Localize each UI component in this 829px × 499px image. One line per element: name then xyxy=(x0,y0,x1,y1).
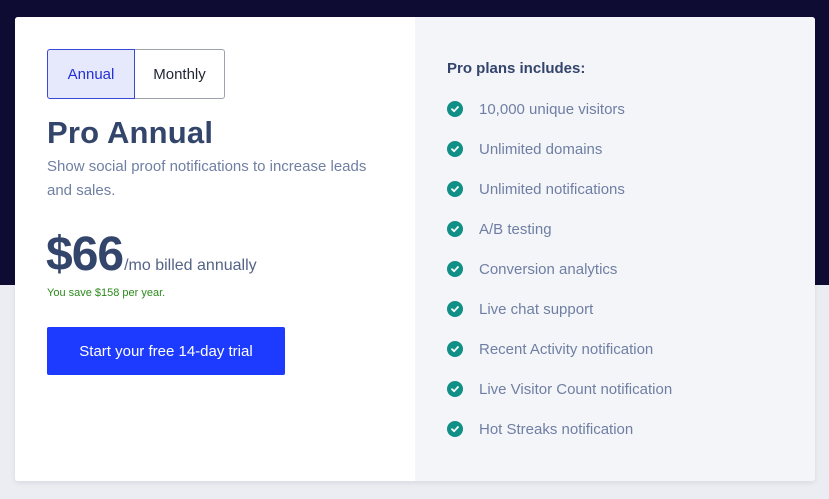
monthly-toggle-button[interactable]: Monthly xyxy=(135,49,225,99)
plan-title: Pro Annual xyxy=(47,115,214,150)
feature-list: 10,000 unique visitors Unlimited domains U… xyxy=(447,89,672,449)
billing-period-toggle: Annual Monthly xyxy=(47,49,225,99)
feature-label: 10,000 unique visitors xyxy=(479,100,625,118)
feature-item: Unlimited domains xyxy=(447,129,672,169)
check-circle-icon xyxy=(447,301,463,317)
check-circle-icon xyxy=(447,341,463,357)
feature-label: Unlimited domains xyxy=(479,140,603,158)
check-circle-icon xyxy=(447,141,463,157)
check-circle-icon xyxy=(447,221,463,237)
feature-item: Live chat support xyxy=(447,289,672,329)
feature-item: Conversion analytics xyxy=(447,249,672,289)
feature-item: 10,000 unique visitors xyxy=(447,89,672,129)
features-heading: Pro plans includes: xyxy=(447,60,586,77)
check-circle-icon xyxy=(447,261,463,277)
feature-label: Recent Activity notification xyxy=(479,340,654,358)
price-row: $66 /mo billed annually xyxy=(46,227,257,282)
plan-features-pane: Pro plans includes: 10,000 unique visito… xyxy=(415,17,815,481)
feature-item: Hot Streaks notification xyxy=(447,409,672,449)
feature-label: Live Visitor Count notification xyxy=(479,380,673,398)
check-circle-icon xyxy=(447,181,463,197)
feature-label: Conversion analytics xyxy=(479,260,618,278)
start-trial-button[interactable]: Start your free 14-day trial xyxy=(47,327,285,375)
savings-note: You save $158 per year. xyxy=(47,287,166,299)
feature-label: Live chat support xyxy=(479,300,594,318)
feature-item: Recent Activity notification xyxy=(447,329,672,369)
pricing-card: Annual Monthly Pro Annual Show social pr… xyxy=(15,17,815,481)
plan-summary-pane: Annual Monthly Pro Annual Show social pr… xyxy=(15,17,415,481)
feature-item: Live Visitor Count notification xyxy=(447,369,672,409)
price-amount: $66 xyxy=(46,228,124,281)
feature-label: A/B testing xyxy=(479,220,552,238)
check-circle-icon xyxy=(447,421,463,437)
feature-item: Unlimited notifications xyxy=(447,169,672,209)
feature-label: Hot Streaks notification xyxy=(479,420,634,438)
feature-label: Unlimited notifications xyxy=(479,180,625,198)
plan-description: Show social proof notifications to incre… xyxy=(47,158,367,199)
check-circle-icon xyxy=(447,381,463,397)
check-circle-icon xyxy=(447,101,463,117)
price-billing-note: /mo billed annually xyxy=(124,257,257,274)
annual-toggle-button[interactable]: Annual xyxy=(47,49,135,99)
feature-item: A/B testing xyxy=(447,209,672,249)
